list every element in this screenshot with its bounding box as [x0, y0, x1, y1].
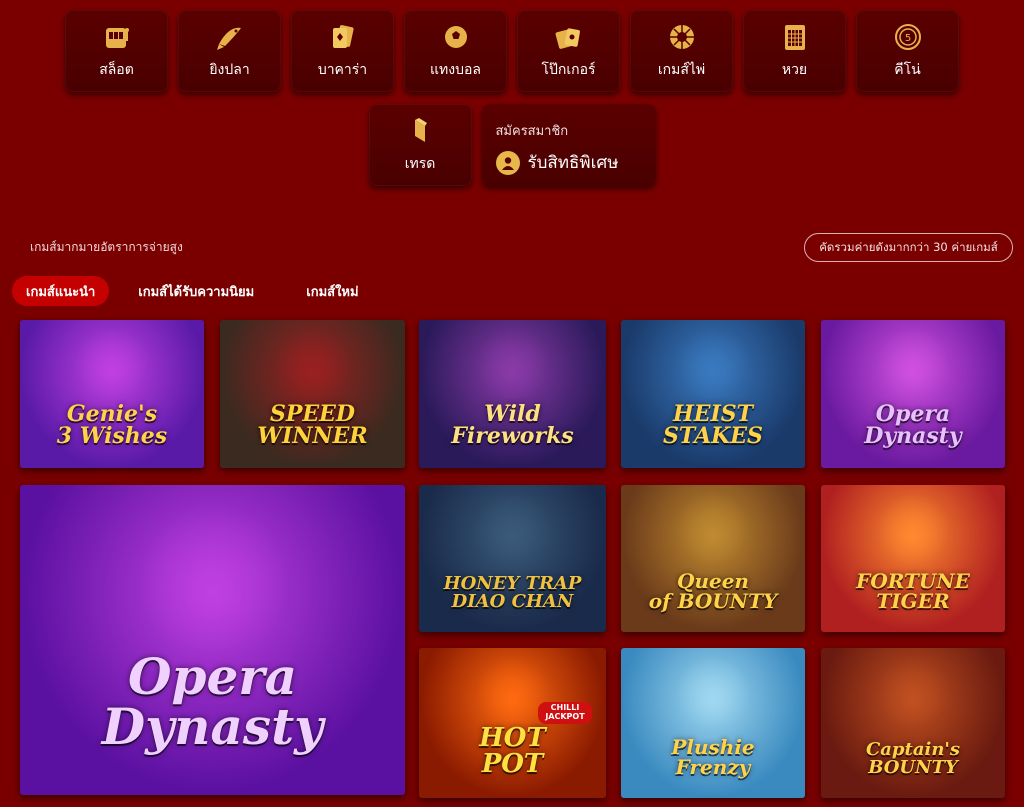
category-label: เกมส์ไพ่	[657, 62, 706, 78]
game-title-line1: HOT	[479, 723, 546, 753]
game-title-line2: of BOUNTY	[648, 589, 778, 614]
game-art	[75, 327, 149, 401]
member-signup-card[interactable]: สมัครสมาชิก รับสิทธิพิเศษ	[481, 104, 656, 186]
game-art	[676, 492, 750, 566]
member-signup-title: สมัครสมาชิก	[495, 124, 569, 139]
football-icon	[440, 21, 472, 53]
game-title-line2: DIAO CHAN	[451, 591, 574, 613]
game-title: FORTUNE TIGER	[821, 571, 1005, 611]
game-title: Opera Dynasty	[821, 403, 1005, 447]
category-label: เทรด	[404, 156, 436, 172]
game-art	[275, 327, 350, 402]
tab-popular[interactable]: เกมส์ได้รับความนิยม	[115, 276, 277, 306]
game-title: SPEED WINNER	[220, 403, 405, 447]
game-title-line2: POT	[481, 749, 544, 779]
category-label: หวย	[781, 62, 808, 78]
game-tile[interactable]: Queen of BOUNTY	[621, 485, 805, 632]
game-badge: CHILLI JACKPOT	[538, 702, 592, 724]
category-keno[interactable]: 5 คีโน่	[856, 10, 959, 92]
game-title-line2: Frenzy	[675, 755, 751, 779]
game-tile[interactable]: Captain's BOUNTY	[821, 648, 1005, 798]
game-title: Wild Fireworks	[419, 403, 606, 447]
game-art	[876, 492, 950, 566]
game-art	[475, 492, 550, 568]
game-title-line2: TIGER	[876, 589, 950, 614]
game-title: Queen of BOUNTY	[621, 571, 805, 611]
game-title-line1: Opera	[875, 401, 951, 428]
tab-recommended[interactable]: เกมส์แนะนำ	[12, 276, 110, 306]
category-baccarat[interactable]: บาคาร่า	[291, 10, 394, 92]
game-art	[475, 327, 550, 403]
game-title-line2: Fireworks	[451, 423, 574, 450]
game-tile[interactable]: Wild Fireworks	[419, 320, 606, 468]
category-slot[interactable]: สล็อต	[65, 10, 168, 92]
game-title-line1: Wild	[484, 401, 541, 428]
category-label: สล็อต	[99, 62, 134, 78]
category-card-games[interactable]: เกมส์ไพ่	[630, 10, 733, 92]
category-row-1: สล็อต ยิงปลา บาคาร่า แทงบอล โป๊กเกอร์ เก…	[0, 10, 1024, 92]
keno-ball-icon: 5	[892, 21, 924, 53]
game-art	[676, 655, 750, 730]
category-label: บาคาร่า	[317, 62, 368, 78]
game-tile[interactable]: Plushie Frenzy	[621, 648, 805, 798]
game-tile[interactable]: HONEY TRAP DIAO CHAN	[419, 485, 606, 632]
game-title-line2: Dynasty	[101, 696, 324, 756]
cards-icon	[327, 21, 359, 53]
game-title: Captain's BOUNTY	[821, 741, 1005, 777]
game-title-line1: Genie's	[66, 401, 158, 428]
game-art	[676, 327, 750, 401]
game-title-line1: SPEED	[269, 401, 356, 428]
card-wheel-icon	[666, 21, 698, 53]
game-title-line1: Plushie	[671, 735, 755, 759]
game-title: Genie's 3 Wishes	[20, 403, 204, 447]
game-art	[876, 655, 950, 730]
category-lottery[interactable]: หวย	[743, 10, 846, 92]
category-label: คีโน่	[894, 62, 921, 78]
game-art	[876, 327, 950, 401]
category-fishing[interactable]: ยิงปลา	[178, 10, 281, 92]
category-row-2: เทรด สมัครสมาชิก รับสิทธิพิเศษ	[0, 104, 1024, 186]
providers-button[interactable]: คัดรวมค่ายดังมากกว่า 30 ค่ายเกมส์	[804, 233, 1013, 262]
game-tile[interactable]: Genie's 3 Wishes	[20, 320, 204, 468]
game-tile[interactable]: HEIST STAKES	[621, 320, 805, 468]
game-title-line2: WINNER	[257, 423, 368, 450]
game-title-line1: Opera	[127, 646, 298, 706]
user-avatar-icon	[495, 150, 520, 175]
game-title-line2: STAKES	[663, 423, 763, 450]
category-label: ยิงปลา	[209, 62, 250, 78]
game-title-line2: Dynasty	[864, 423, 962, 450]
game-title: HEIST STAKES	[621, 403, 805, 447]
game-title-line2: BOUNTY	[868, 757, 958, 778]
game-title: HONEY TRAP DIAO CHAN	[419, 575, 606, 611]
category-poker[interactable]: โป๊กเกอร์	[517, 10, 620, 92]
lottery-ticket-icon	[779, 21, 811, 53]
fish-icon	[214, 21, 246, 53]
game-title: Plushie Frenzy	[621, 737, 805, 777]
game-tile[interactable]: FORTUNE TIGER	[821, 485, 1005, 632]
slot-machine-icon	[101, 21, 133, 53]
category-trade[interactable]: เทรด	[368, 104, 472, 186]
trade-chart-icon	[404, 115, 436, 147]
game-title-line2: 3 Wishes	[56, 423, 168, 450]
game-title: HOT POT	[419, 725, 606, 777]
category-label: โป๊กเกอร์	[541, 62, 596, 78]
game-title-line1: HEIST	[672, 401, 754, 428]
promo-text: เกมส์มากมายอัตราการจ่ายสูง	[30, 240, 183, 254]
game-tabs: เกมส์แนะนำ เกมส์ได้รับความนิยม เกมส์ใหม่	[12, 276, 388, 306]
svg-text:5: 5	[904, 33, 910, 44]
game-tile[interactable]: Opera Dynasty	[20, 485, 405, 795]
game-art	[135, 500, 290, 655]
game-title: Opera Dynasty	[20, 646, 405, 756]
category-label: แทงบอล	[430, 62, 481, 78]
game-tile[interactable]: Opera Dynasty	[821, 320, 1005, 468]
poker-cards-icon	[553, 21, 585, 53]
tab-new[interactable]: เกมส์ใหม่	[283, 276, 381, 306]
game-tile[interactable]: HOT POT CHILLI JACKPOT	[419, 648, 606, 798]
game-tile[interactable]: SPEED WINNER	[220, 320, 405, 468]
member-benefit-label: รับสิทธิพิเศษ	[527, 153, 619, 173]
category-football[interactable]: แทงบอล	[404, 10, 507, 92]
